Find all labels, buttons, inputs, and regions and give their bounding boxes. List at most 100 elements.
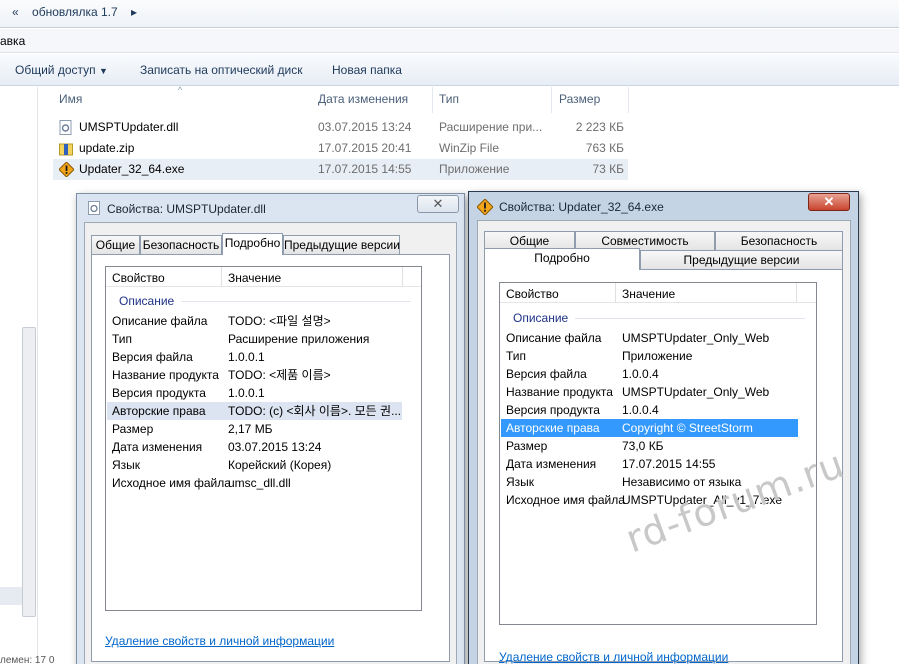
property-row[interactable]: Описание файла UMSPTUpdater_Only_Web [501,329,798,347]
status-bar-text: лемен: 17 0 [0,655,55,664]
exe-warning-icon [58,161,75,178]
property-key: Тип [506,349,527,363]
file-name: Updater_32_64.exe [79,162,185,176]
property-key: Авторские права [112,404,206,418]
property-row[interactable]: Дата изменения 03.07.2015 13:24 [107,438,402,456]
new-folder-button[interactable]: Новая папка [332,63,402,77]
remove-properties-link[interactable]: Удаление свойств и личной информации [499,650,728,664]
dialog-titlebar[interactable]: Свойства: UMSPTUpdater.dll ✕ [77,194,464,222]
close-button[interactable]: ✕ [808,193,850,211]
properties-dialog-exe[interactable]: Свойства: Updater_32_64.exe ✕ Общие Совм… [468,191,859,664]
burn-button[interactable]: Записать на оптический диск [140,63,303,77]
tab-security[interactable]: Безопасность [715,231,843,250]
file-type: WinZip File [439,141,500,155]
navigation-pane[interactable] [0,87,38,664]
property-row-selected[interactable]: Авторские права TODO: (c) <회사 이름>. 모든 권..… [107,402,402,420]
zip-file-icon [59,141,73,156]
grid-header-property[interactable]: Свойство [506,287,559,301]
breadcrumb-folder[interactable]: обновлялка 1.7 [32,5,118,19]
command-bar: Общий доступ ▼ Записать на оптический ди… [0,54,899,86]
property-value: Приложение [622,349,693,363]
property-value: 1.0.0.1 [228,386,265,400]
property-key: Дата изменения [112,440,203,454]
properties-grid[interactable]: Свойство Значение Описание Описание файл… [499,282,817,625]
property-value: 73,0 КБ [622,439,664,453]
property-key: Дата изменения [506,457,597,471]
file-date: 17.07.2015 14:55 [318,162,412,176]
file-type: Расширение при... [439,120,543,134]
property-row[interactable]: Название продукта TODO: <제품 이름> [107,366,402,384]
file-row[interactable]: update.zip 17.07.2015 20:41 WinZip File … [53,138,628,159]
column-header-size[interactable]: Размер [553,87,629,113]
share-button[interactable]: Общий доступ ▼ [15,63,108,77]
column-header-date[interactable]: Дата изменения [312,87,433,113]
grid-header: Свойство Значение [106,267,421,287]
properties-dialog-dll[interactable]: Свойства: UMSPTUpdater.dll ✕ Общие Безоп… [76,193,465,664]
address-bar[interactable]: « обновлялка 1.7 ▸ [0,0,899,28]
property-value: 2,17 МБ [228,422,273,436]
column-header-name[interactable]: Имя ^ [53,85,318,113]
property-row[interactable]: Версия продукта 1.0.0.4 [501,401,798,419]
grid-header-value[interactable]: Значение [228,271,281,285]
property-row-selected[interactable]: Авторские права Copyright © StreetStorm [501,419,798,437]
file-size: 2 223 КБ [575,120,624,134]
dialog-body: Общие Совместимость Безопасность Подробн… [477,220,851,664]
property-row[interactable]: Тип Приложение [501,347,798,365]
column-header-type[interactable]: Тип [433,87,552,113]
dialog-body: Общие Безопасность Подробно Предыдущие в… [84,222,457,664]
property-key: Размер [506,439,548,453]
tab-previous-versions[interactable]: Предыдущие версии [640,250,843,269]
share-label: Общий доступ [15,63,96,77]
file-size: 763 КБ [585,141,624,155]
property-key: Версия продукта [506,403,600,417]
tab-general[interactable]: Общие [91,235,140,254]
property-row[interactable]: Исходное имя файла umsc_dll.dll [107,474,402,492]
file-row[interactable]: Updater_32_64.exe 17.07.2015 14:55 Прило… [53,159,628,180]
tab-previous-versions[interactable]: Предыдущие версии [283,235,400,254]
property-row[interactable]: Язык Корейский (Корея) [107,456,402,474]
tab-details[interactable]: Подробно [222,233,283,255]
properties-grid[interactable]: Свойство Значение Описание Описание файл… [105,266,422,611]
grid-header-value[interactable]: Значение [622,287,675,301]
tab-security[interactable]: Безопасность [140,235,222,254]
grid-header-property[interactable]: Свойство [112,271,165,285]
property-key: Язык [112,458,141,472]
dialog-titlebar[interactable]: Свойства: Updater_32_64.exe ✕ [469,192,858,220]
property-row[interactable]: Размер 73,0 КБ [501,437,798,455]
property-row[interactable]: Тип Расширение приложения [107,330,402,348]
nav-scrollbar[interactable] [22,327,36,617]
file-date: 17.07.2015 20:41 [318,141,412,155]
property-value: TODO: <제품 이름> [228,368,331,382]
property-value: umsc_dll.dll [228,476,291,490]
property-key: Версия продукта [112,386,206,400]
nav-selected-item[interactable] [0,587,22,605]
file-name: UMSPTUpdater.dll [79,120,179,134]
property-key: Описание файла [112,314,208,328]
property-value: UMSPTUpdater_Only_Web [622,385,770,399]
property-value: 03.07.2015 13:24 [228,440,322,454]
breadcrumb-overflow[interactable]: « [12,5,19,19]
property-key: Исходное имя файла [506,493,625,507]
property-row[interactable]: Название продукта UMSPTUpdater_Only_Web [501,383,798,401]
property-key: Описание файла [506,331,602,345]
property-value: Расширение приложения [228,332,370,346]
property-value: TODO: <파일 설명> [228,314,331,328]
remove-properties-link[interactable]: Удаление свойств и личной информации [105,634,334,648]
property-row[interactable]: Версия файла 1.0.0.4 [501,365,798,383]
property-value: 1.0.0.4 [622,403,659,417]
breadcrumb[interactable]: « обновлялка 1.7 ▸ [12,5,147,19]
property-row[interactable]: Описание файла TODO: <파일 설명> [107,312,402,330]
breadcrumb-arrow-icon[interactable]: ▸ [131,5,137,19]
tab-details[interactable]: Подробно [484,248,640,270]
property-key: Название продукта [506,385,613,399]
menu-item-edit[interactable]: авка [0,34,25,48]
sort-arrow-icon: ^ [178,85,183,95]
property-row[interactable]: Версия продукта 1.0.0.1 [107,384,402,402]
property-row[interactable]: Размер 2,17 МБ [107,420,402,438]
property-key: Авторские права [506,421,600,435]
property-value: UMSPTUpdater_Only_Web [622,331,770,345]
file-row[interactable]: UMSPTUpdater.dll 03.07.2015 13:24 Расшир… [53,117,628,138]
dll-file-icon [59,120,73,135]
close-button[interactable]: ✕ [417,195,459,213]
property-row[interactable]: Версия файла 1.0.0.1 [107,348,402,366]
